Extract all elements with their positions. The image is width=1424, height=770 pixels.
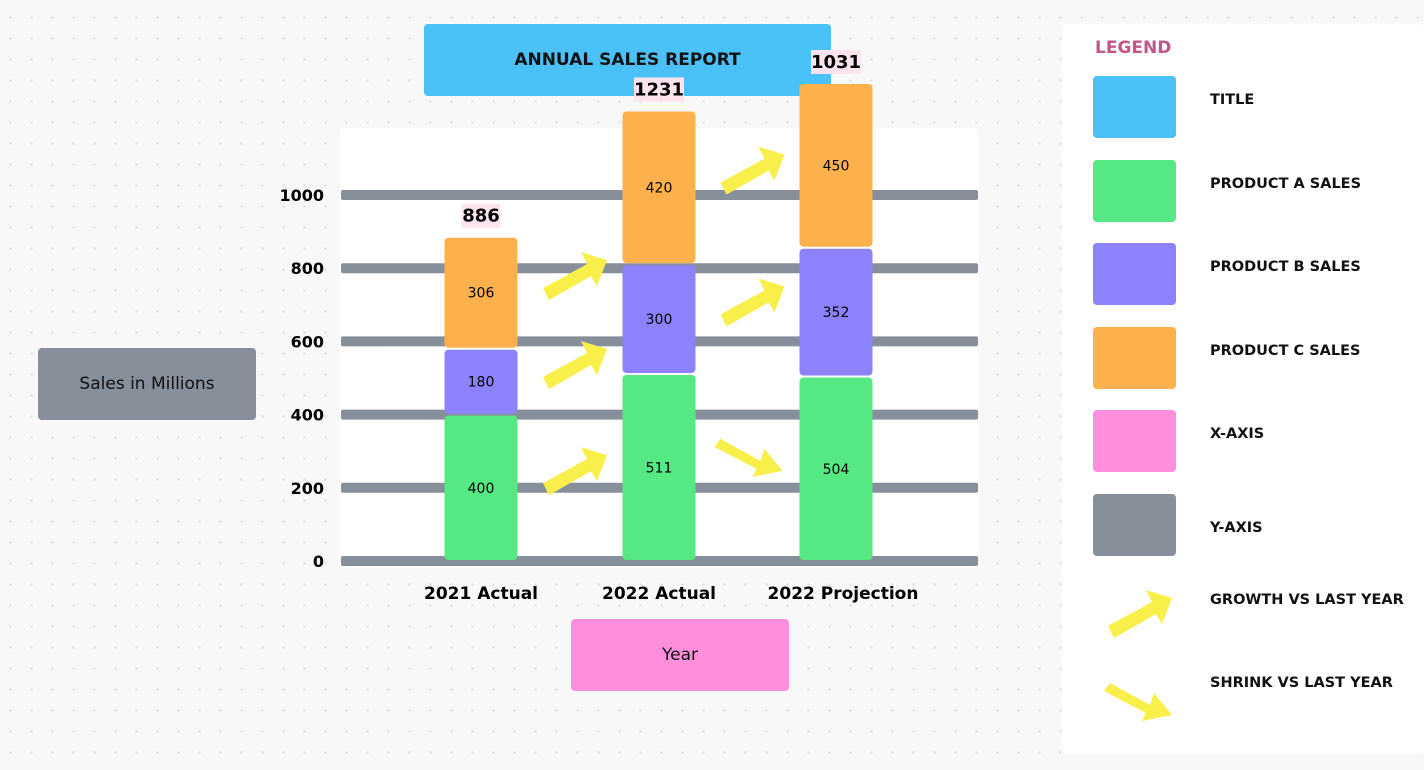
legend-item: PRODUCT B SALES — [1062, 243, 1424, 307]
legend-item: Y-AXIS — [1062, 494, 1424, 558]
y-tick-label: 0 — [313, 552, 324, 571]
y-axis-label-box: Sales in Millions — [38, 348, 256, 420]
y-tick-label: 200 — [291, 479, 324, 498]
legend-label: PRODUCT C SALES — [1210, 343, 1361, 359]
legend-panel: LEGEND TITLE PRODUCT A SALES PRODUCT B SAL… — [1062, 24, 1424, 754]
legend-item: TITLE — [1062, 76, 1424, 140]
legend-item: PRODUCT A SALES — [1062, 160, 1424, 224]
legend-label: Y-AXIS — [1210, 520, 1263, 536]
y-tick-label: 400 — [291, 406, 324, 425]
x-tick-label: 2022 Actual — [602, 584, 716, 604]
legend-item: PRODUCT C SALES — [1062, 327, 1424, 391]
chart-title: ANNUAL SALES REPORT — [424, 24, 831, 96]
shrink-arrow-icon — [1104, 683, 1172, 721]
x-tick-label: 2021 Actual — [424, 584, 538, 604]
legend-label: X-AXIS — [1210, 426, 1265, 442]
y-tick-label: 1000 — [279, 186, 324, 205]
legend-item: GROWTH VS LAST YEAR — [1062, 586, 1424, 650]
legend-item: SHRINK VS LAST YEAR — [1062, 669, 1424, 733]
legend-swatch — [1093, 410, 1176, 472]
legend-swatch — [1093, 160, 1176, 222]
x-axis-ticks: 2021 Actual 2022 Actual 2022 Projection — [424, 584, 918, 604]
y-axis-label-text: Sales in Millions — [79, 374, 215, 394]
legend-swatch — [1093, 243, 1176, 305]
x-axis-label-box: Year — [571, 619, 789, 691]
legend-swatch — [1093, 494, 1176, 556]
y-axis-ticks: 0 200 400 600 800 1000 — [279, 186, 324, 571]
legend-swatch — [1093, 76, 1176, 138]
y-tick-label: 800 — [291, 259, 324, 278]
legend-label: PRODUCT A SALES — [1210, 176, 1362, 192]
x-axis-label-text: Year — [662, 645, 698, 665]
legend-label: SHRINK VS LAST YEAR — [1210, 675, 1393, 691]
legend-item: X-AXIS — [1062, 410, 1424, 474]
legend-label: TITLE — [1210, 92, 1255, 108]
y-tick-label: 600 — [291, 332, 324, 351]
plot-area — [340, 128, 978, 568]
legend-label: PRODUCT B SALES — [1210, 259, 1361, 275]
x-tick-label: 2022 Projection — [768, 584, 919, 604]
chart-title-text: ANNUAL SALES REPORT — [514, 50, 741, 70]
legend-label: GROWTH VS LAST YEAR — [1210, 592, 1404, 608]
growth-arrow-icon — [1108, 590, 1172, 638]
legend-swatch — [1093, 327, 1176, 389]
legend-title: LEGEND — [1095, 38, 1172, 58]
